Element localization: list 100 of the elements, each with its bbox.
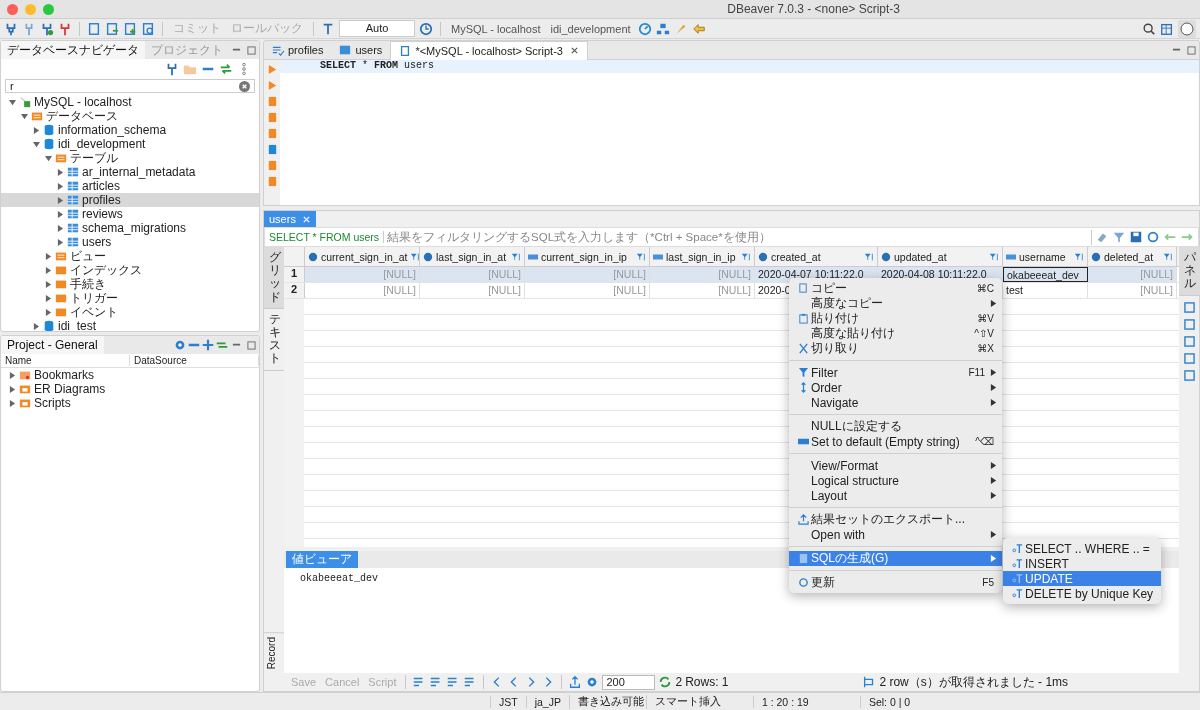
- tree-item[interactable]: インデックス: [1, 263, 259, 277]
- filter-sort-icon[interactable]: [410, 251, 419, 262]
- maximize-icon[interactable]: [247, 340, 256, 350]
- database-selector[interactable]: idi_development: [547, 22, 634, 35]
- panel-tab[interactable]: データベースナビゲータ: [1, 41, 145, 59]
- menu-item[interactable]: Filter F11: [789, 365, 1002, 380]
- tree-item[interactable]: idi_development: [1, 137, 259, 151]
- tree-item[interactable]: articles: [1, 179, 259, 193]
- panel-icon[interactable]: [1183, 369, 1195, 381]
- tree-item[interactable]: information_schema: [1, 123, 259, 137]
- menu-item[interactable]: 貼り付け ⌘V: [789, 311, 1002, 326]
- menu-item[interactable]: 更新 F5: [789, 575, 1002, 590]
- refresh-icon[interactable]: [658, 675, 673, 689]
- filter-sort-icon[interactable]: [1074, 251, 1084, 262]
- filter-sort-icon[interactable]: [511, 251, 521, 262]
- column-header[interactable]: last_sign_in_ip: [650, 247, 755, 266]
- script-icon[interactable]: [87, 21, 101, 36]
- editor-tab[interactable]: users: [331, 41, 391, 59]
- tree-item[interactable]: ビュー: [1, 249, 259, 263]
- panel-icon[interactable]: [1183, 335, 1195, 347]
- filter-icon[interactable]: [1112, 230, 1126, 244]
- panel-icon[interactable]: [1183, 301, 1195, 313]
- clear-icon[interactable]: [239, 80, 250, 92]
- column-header[interactable]: DataSource: [130, 355, 259, 366]
- filter-sort-icon[interactable]: [989, 251, 999, 262]
- search-icon[interactable]: [1142, 21, 1156, 36]
- menu-item[interactable]: Logical structure: [789, 473, 1002, 488]
- tree-item[interactable]: テーブル: [1, 151, 259, 165]
- maximize-icon[interactable]: [1187, 45, 1196, 55]
- filter-sort-icon[interactable]: [1163, 251, 1173, 262]
- menu-item[interactable]: SELECT .. WHERE .. =: [1003, 541, 1161, 556]
- menu-item[interactable]: DELETE by Unique Key: [1003, 586, 1161, 601]
- column-header[interactable]: created_at: [755, 247, 878, 266]
- plug-icon[interactable]: [58, 21, 72, 36]
- text-format-icon[interactable]: [321, 21, 335, 36]
- plug-icon[interactable]: [4, 21, 18, 36]
- menu-item[interactable]: Layout: [789, 488, 1002, 503]
- refresh-icon[interactable]: [1146, 230, 1160, 244]
- menu-item[interactable]: 高度な貼り付け ^⇧V: [789, 326, 1002, 341]
- script-icon[interactable]: [105, 21, 119, 36]
- connection-selector[interactable]: MySQL - localhost: [448, 22, 544, 35]
- tree-item[interactable]: reviews: [1, 207, 259, 221]
- tree-item[interactable]: イベント: [1, 305, 259, 319]
- maximize-icon[interactable]: [247, 45, 256, 55]
- history-icon[interactable]: [419, 21, 433, 36]
- row-number[interactable]: 2: [284, 283, 305, 298]
- menu-item[interactable]: Open with: [789, 527, 1002, 542]
- tree-item[interactable]: users: [1, 235, 259, 249]
- column-header[interactable]: Name: [1, 355, 130, 366]
- column-header[interactable]: username: [1003, 247, 1088, 266]
- script-icon[interactable]: [123, 21, 137, 36]
- settings-icon[interactable]: [173, 338, 187, 352]
- menu-item[interactable]: 結果セットのエクスポート...: [789, 512, 1002, 527]
- plug-icon[interactable]: [165, 62, 179, 76]
- view-tab[interactable]: グリッド: [264, 247, 286, 309]
- tree-item[interactable]: profiles: [1, 193, 259, 207]
- panel-tab[interactable]: Project - General: [1, 336, 104, 354]
- tree-item[interactable]: 手続き: [1, 277, 259, 291]
- panel-icon[interactable]: [1183, 318, 1195, 330]
- column-header[interactable]: current_sign_in_ip: [525, 247, 650, 266]
- filter-sort-icon[interactable]: [636, 251, 646, 262]
- arrow-icon[interactable]: [691, 21, 706, 36]
- tree-item[interactable]: MySQL - localhost: [1, 95, 259, 109]
- tree-item[interactable]: ar_internal_metadata: [1, 165, 259, 179]
- column-header[interactable]: current_sign_in_at: [305, 247, 420, 266]
- menu-item[interactable]: Navigate: [789, 395, 1002, 410]
- menu-item[interactable]: UPDATE: [1003, 571, 1161, 586]
- link-icon[interactable]: [219, 62, 233, 76]
- gauge-icon[interactable]: [637, 21, 652, 36]
- filter-field[interactable]: 結果をフィルタリングするSQL式を入力します（*Ctrl + Space*を使用）: [387, 229, 1092, 245]
- query-label[interactable]: SELECT * FROM users: [269, 231, 385, 243]
- menu-item[interactable]: Order: [789, 380, 1002, 395]
- editor-tab[interactable]: *<MySQL - localhost> Script-3: [390, 40, 588, 60]
- column-header[interactable]: deleted_at: [1088, 247, 1177, 266]
- save-icon[interactable]: [1129, 230, 1143, 244]
- row-number[interactable]: 1: [284, 267, 305, 282]
- tree-item[interactable]: トリガー: [1, 291, 259, 305]
- tree-item[interactable]: Scripts: [1, 396, 259, 410]
- filter-field[interactable]: r: [5, 79, 255, 93]
- tree-item[interactable]: データベース: [1, 109, 259, 123]
- search-icon[interactable]: [141, 21, 155, 36]
- fetch-size-field[interactable]: 200: [602, 674, 656, 690]
- menu-item[interactable]: 切り取り ⌘X: [789, 341, 1002, 356]
- menu-item[interactable]: NULLに設定する: [789, 419, 1002, 434]
- network-icon[interactable]: [655, 21, 670, 36]
- tree-item[interactable]: schema_migrations: [1, 221, 259, 235]
- column-header[interactable]: updated_at: [878, 247, 1003, 266]
- export-icon[interactable]: [568, 675, 583, 689]
- table-icon[interactable]: [1160, 21, 1174, 36]
- filter-sort-icon[interactable]: [741, 251, 751, 262]
- panel-tab[interactable]: パネル: [1179, 247, 1200, 296]
- menu-item[interactable]: 高度なコピー: [789, 296, 1002, 311]
- editor-tab[interactable]: profiles: [264, 41, 332, 59]
- close-icon[interactable]: [569, 46, 579, 55]
- plus-icon[interactable]: [201, 338, 215, 352]
- tree-item[interactable]: Bookmarks: [1, 368, 259, 382]
- tree-item[interactable]: ER Diagrams: [1, 382, 259, 396]
- filter-sort-icon[interactable]: [864, 251, 874, 262]
- close-icon[interactable]: [301, 214, 311, 224]
- menu-item[interactable]: SQLの生成(G): [789, 551, 1002, 566]
